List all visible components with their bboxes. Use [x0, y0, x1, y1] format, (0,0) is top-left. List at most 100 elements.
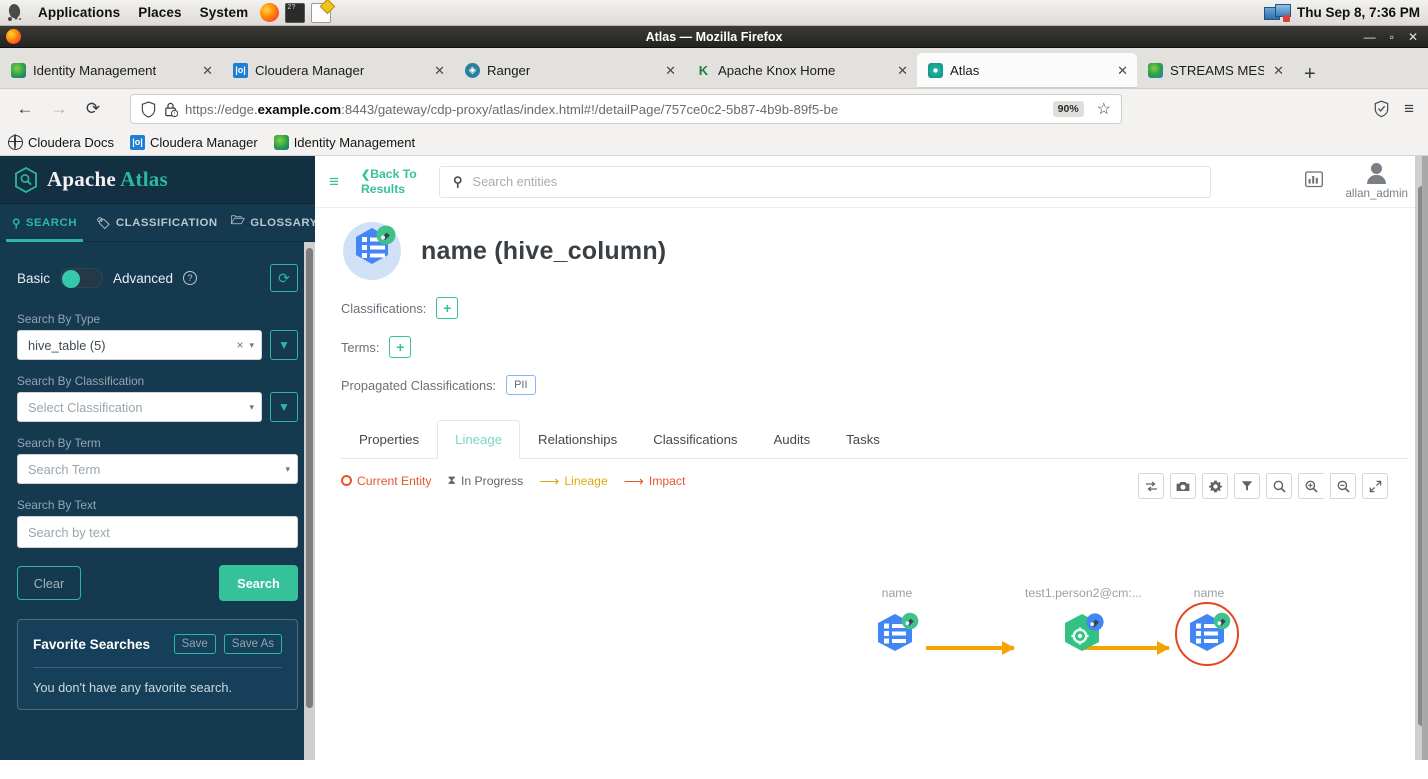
type-filter-funnel-icon[interactable]: ▼: [270, 330, 298, 360]
lineage-node-process[interactable]: test1.person2@cm:...: [1025, 586, 1142, 658]
url-bar[interactable]: ! https://edge.example.com:8443/gateway/…: [130, 94, 1122, 124]
sidebar-tab-glossary[interactable]: 🗁 GLOSSARY: [231, 204, 318, 242]
star-icon[interactable]: ☆: [1091, 99, 1115, 119]
classifications-label: Classifications:: [341, 300, 427, 316]
bookmark-identity-management[interactable]: Identity Management: [273, 134, 415, 150]
tab-classifications[interactable]: Classifications: [635, 420, 755, 459]
tracking-protection-icon[interactable]: [1373, 100, 1390, 118]
chevron-down-icon[interactable]: ▾: [249, 402, 254, 413]
gnome-menu-applications[interactable]: Applications: [29, 5, 129, 20]
tab-close-button[interactable]: ✕: [885, 63, 908, 79]
tab-close-button[interactable]: ✕: [653, 63, 676, 79]
browser-tab-streams-messaging[interactable]: STREAMS MESSAGING M ✕: [1137, 53, 1293, 88]
window-maximize-button[interactable]: ▫: [1390, 31, 1394, 43]
sidebar-scrollbar-thumb[interactable]: [306, 248, 313, 708]
window-titlebar: Atlas — Mozilla Firefox — ▫ ✕: [0, 26, 1428, 48]
url-text[interactable]: https://edge.example.com:8443/gateway/cd…: [185, 102, 1046, 117]
window-close-button[interactable]: ✕: [1408, 31, 1418, 43]
filter-funnel-icon[interactable]: [1234, 473, 1260, 499]
smm-icon: [1148, 63, 1163, 78]
firefox-icon[interactable]: [260, 3, 280, 22]
browser-tab-ranger[interactable]: ◈ Ranger ✕: [454, 53, 685, 88]
forward-button[interactable]: →: [44, 94, 74, 124]
search-mode-advanced-label[interactable]: Advanced: [113, 271, 173, 286]
chevron-down-icon[interactable]: ▾: [249, 340, 254, 351]
add-classification-button[interactable]: +: [436, 297, 459, 319]
hamburger-menu-icon[interactable]: ≡: [1404, 100, 1414, 117]
sidebar-tab-classification[interactable]: 🏷 CLASSIFICATION: [96, 204, 218, 242]
back-button[interactable]: ←: [10, 94, 40, 124]
shield-icon[interactable]: [141, 100, 156, 118]
bookmark-cloudera-docs[interactable]: Cloudera Docs: [7, 134, 114, 150]
tab-properties[interactable]: Properties: [341, 420, 437, 459]
gnome-foot-logo[interactable]: [5, 2, 27, 24]
gnome-menu-system[interactable]: System: [191, 5, 258, 20]
tab-tasks[interactable]: Tasks: [828, 420, 898, 459]
browser-tab-atlas[interactable]: Atlas ✕: [917, 53, 1137, 88]
entity-search-input[interactable]: ⚲ Search entities: [439, 165, 1211, 198]
lineage-node-name-current[interactable]: name: [1175, 586, 1239, 666]
settings-gear-icon[interactable]: [1202, 473, 1228, 499]
tab-relationships[interactable]: Relationships: [520, 420, 635, 459]
lineage-node-name-source[interactable]: name: [871, 586, 923, 658]
legend-label: In Progress: [460, 473, 524, 488]
tab-lineage[interactable]: Lineage: [437, 420, 521, 459]
classification-filter-funnel-icon[interactable]: ▼: [270, 392, 298, 422]
search-mode-basic-label[interactable]: Basic: [17, 271, 50, 286]
browser-tab-cloudera-manager[interactable]: |o| Cloudera Manager ✕: [222, 53, 454, 88]
search-by-type-select[interactable]: hive_table (5) × ▾: [17, 330, 262, 360]
user-menu[interactable]: allan_admin: [1345, 163, 1408, 200]
select-value: Search Term: [28, 461, 101, 477]
favorites-save-as-button[interactable]: Save As: [223, 634, 282, 654]
new-tab-button[interactable]: +: [1293, 64, 1327, 88]
refresh-icon[interactable]: ⟳: [270, 264, 298, 292]
page-scrollbar[interactable]: [1422, 156, 1428, 760]
lineage-graph[interactable]: name test1.person2@cm:... name: [341, 580, 1408, 750]
atlas-brand[interactable]: Apache Atlas: [0, 156, 315, 204]
sidebar-tab-search[interactable]: ⚲ SEARCH: [6, 204, 83, 242]
zoom-out-icon[interactable]: [1330, 473, 1356, 499]
favorite-searches-panel: Favorite Searches Save Save As You don't…: [17, 619, 298, 710]
search-by-classification-select[interactable]: Select Classification ▾: [17, 392, 262, 422]
window-minimize-button[interactable]: —: [1364, 31, 1376, 43]
tab-close-button[interactable]: ✕: [190, 63, 213, 79]
zoom-level-badge[interactable]: 90%: [1052, 101, 1084, 117]
gnome-menu-places[interactable]: Places: [129, 5, 190, 20]
status-badge[interactable]: PII: [506, 375, 536, 395]
favorites-save-button[interactable]: Save: [173, 634, 216, 654]
clear-icon[interactable]: ×: [236, 338, 249, 352]
camera-icon[interactable]: [1170, 473, 1196, 499]
text-editor-icon[interactable]: [311, 2, 332, 23]
search-by-text-input[interactable]: Search by text: [17, 516, 298, 548]
reset-layout-icon[interactable]: [1138, 473, 1164, 499]
question-mark-icon[interactable]: ?: [183, 271, 198, 285]
chevron-down-icon[interactable]: ▾: [285, 464, 290, 475]
tab-close-button[interactable]: ✕: [1271, 63, 1284, 79]
browser-tab-apache-knox-home[interactable]: K Apache Knox Home ✕: [685, 53, 917, 88]
bookmark-label: Cloudera Manager: [150, 134, 258, 150]
sidebar-scrollbar[interactable]: [304, 242, 315, 760]
displays-icon[interactable]: [1263, 3, 1291, 22]
hamburger-menu-icon[interactable]: ≡: [329, 172, 347, 192]
zoom-in-icon[interactable]: [1298, 473, 1324, 499]
search-icon[interactable]: [1266, 473, 1292, 499]
add-term-button[interactable]: +: [389, 336, 412, 358]
search-by-term-select[interactable]: Search Term ▾: [17, 454, 298, 484]
reload-button[interactable]: ⟳: [78, 94, 108, 124]
legend-lineage: ⟶ Lineage: [539, 474, 607, 488]
search-button[interactable]: Search: [219, 565, 298, 601]
back-to-results-link[interactable]: ❮Back To Results: [361, 167, 425, 196]
tab-close-button[interactable]: ✕: [1105, 63, 1128, 79]
gnome-clock[interactable]: Thu Sep 8, 7:36 PM: [1297, 5, 1420, 20]
tab-audits[interactable]: Audits: [756, 420, 829, 459]
lock-warning-icon[interactable]: !: [163, 101, 178, 118]
browser-tab-identity-management[interactable]: Identity Management ✕: [0, 53, 222, 88]
search-mode-switch[interactable]: [60, 268, 104, 288]
fullscreen-icon[interactable]: [1362, 473, 1388, 499]
atlas-sidebar: Apache Atlas ⚲ SEARCH 🏷 CLASSIFICATION 🗁…: [0, 156, 318, 760]
bookmark-cloudera-manager[interactable]: |o| Cloudera Manager: [130, 134, 258, 150]
terminal-icon[interactable]: 2?: [285, 2, 306, 23]
clear-button[interactable]: Clear: [17, 566, 81, 600]
tab-close-button[interactable]: ✕: [422, 63, 445, 79]
statistics-icon[interactable]: [1305, 170, 1324, 193]
